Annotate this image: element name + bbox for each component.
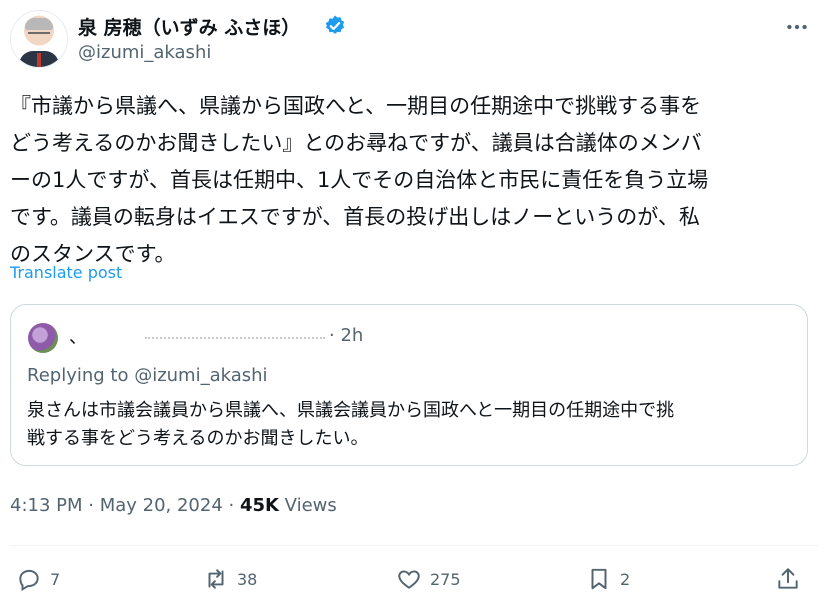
translate-post-link[interactable]: Translate post [10, 263, 122, 282]
more-icon[interactable] [784, 14, 810, 40]
post-timestamp[interactable]: 4:13 PM · May 20, 2024 · [10, 495, 240, 516]
repost-count: 38 [237, 569, 258, 589]
quoted-author-name[interactable]: 、 [69, 323, 87, 349]
quoted-post-time[interactable]: · 2h [329, 325, 363, 346]
share-icon [778, 568, 798, 589]
share-button[interactable] [775, 562, 801, 596]
quoted-post[interactable]: 、 · 2h Replying to @izumi_akashi 泉さんは市議会… [10, 304, 808, 466]
like-icon [398, 570, 420, 589]
post-metadata: 4:13 PM · May 20, 2024 · 45K Views [10, 495, 337, 516]
author-display-name[interactable]: 泉 房穂（いずみ ふさほ） [78, 13, 300, 40]
quoted-author-avatar[interactable] [28, 323, 58, 353]
views-count: 45K [239, 495, 279, 516]
quoted-reply-line: Replying to @izumi_akashi [27, 365, 268, 386]
verified-icon [325, 15, 345, 34]
like-button[interactable]: 275 [396, 562, 461, 596]
reply-button[interactable]: 7 [16, 562, 60, 596]
bookmark-count: 2 [620, 569, 631, 589]
reply-count: 7 [50, 569, 61, 589]
repost-icon [208, 569, 224, 589]
reply-icon [19, 569, 39, 592]
bookmark-button[interactable]: 2 [586, 562, 630, 596]
like-count: 275 [430, 569, 461, 589]
quoted-author-handle-redacted [145, 337, 325, 342]
author-handle[interactable]: @izumi_akashi [78, 42, 211, 63]
divider [10, 545, 818, 546]
quoted-post-text: 泉さんは市議会議員から県議へ、県議会議員から国政へと一期目の任期途中で挑 戦する… [27, 400, 675, 449]
bookmark-icon [591, 568, 607, 590]
post-text: 『市議から県議へ、県議から国政へと、一期目の任期途中で挑戦する事を どう考えるの… [10, 94, 709, 266]
repost-button[interactable]: 38 [203, 562, 257, 596]
author-avatar[interactable] [10, 10, 68, 68]
views-label: Views [278, 495, 337, 516]
